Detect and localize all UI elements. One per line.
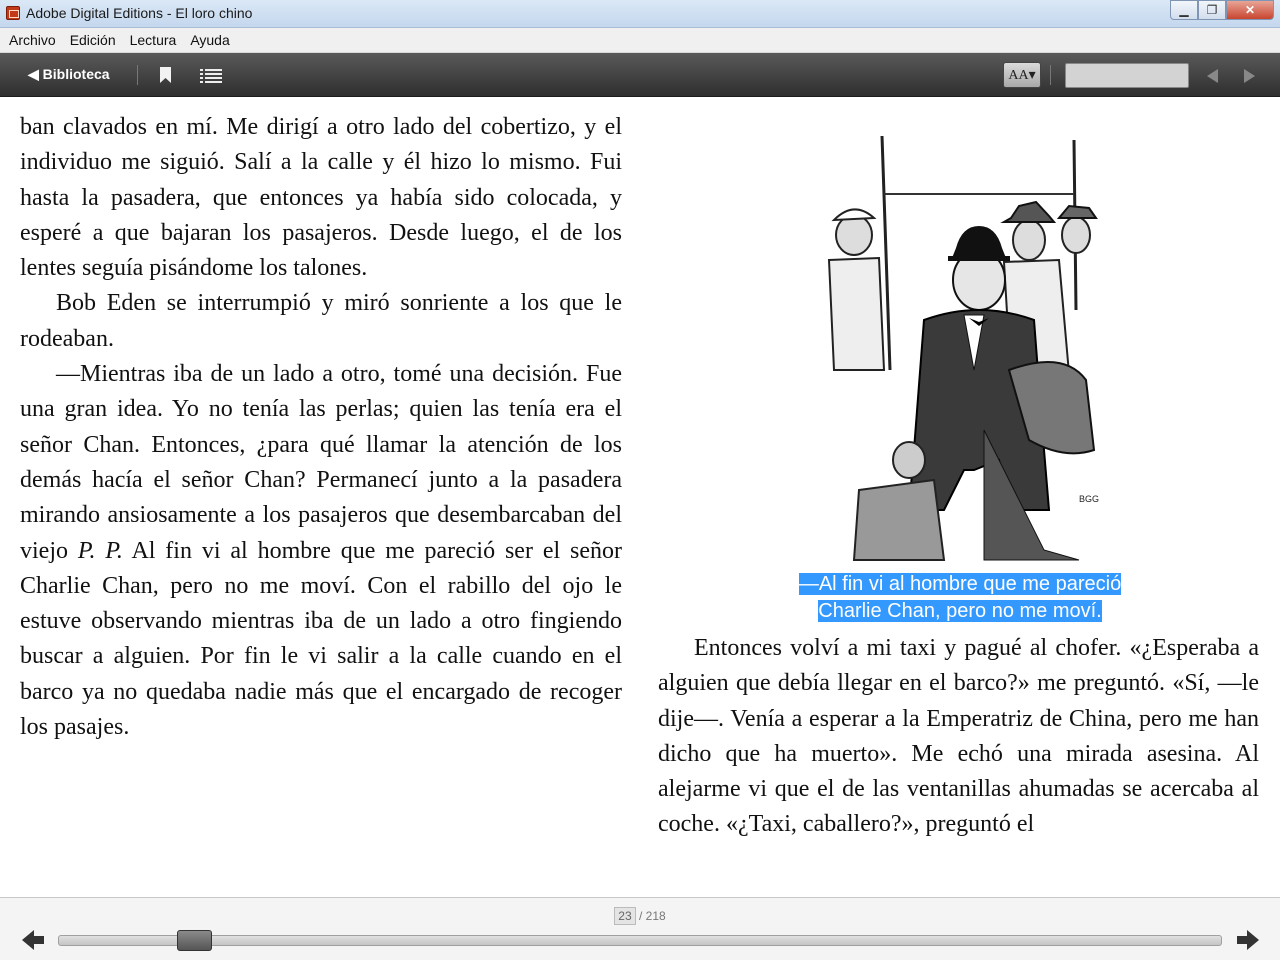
menu-ayuda[interactable]: Ayuda	[183, 32, 236, 48]
bookmark-icon[interactable]	[160, 67, 171, 83]
paragraph: Entonces volví a mi taxi y pagué al chof…	[658, 635, 1259, 838]
italic-ship-name: P. P.	[77, 537, 123, 564]
page-counter: 23 / 218	[0, 907, 1280, 925]
minimize-button[interactable]: ▁	[1170, 0, 1198, 20]
window-controls: ▁ ❐ ✕	[1170, 0, 1274, 22]
close-button[interactable]: ✕	[1226, 0, 1274, 20]
paragraph: —Mientras iba de un lado a otro, tomé un…	[20, 357, 622, 745]
library-button[interactable]: ◀ Biblioteca	[28, 66, 110, 83]
progress-slider-thumb[interactable]	[176, 930, 212, 951]
font-size-button[interactable]: AA▾	[1003, 62, 1041, 88]
reader-toolbar: ◀ Biblioteca AA▾	[0, 53, 1280, 97]
current-page-field[interactable]: 23	[614, 907, 636, 925]
paragraph: ban clavados en mí. Me dirigí a otro lad…	[20, 114, 622, 282]
left-page: ban clavados en mí. Me dirigí a otro lad…	[20, 110, 622, 745]
maximize-button[interactable]: ❐	[1198, 0, 1226, 20]
prev-page-arrow-icon[interactable]	[22, 930, 44, 950]
menu-bar: Archivo Edición Lectura Ayuda	[0, 28, 1280, 53]
book-illustration: BGG	[824, 130, 1100, 568]
app-icon	[6, 6, 20, 20]
caption-line: Charlie Chan, pero no me moví.	[818, 600, 1102, 622]
text-run: Al fin vi al hombre que me pareció ser e…	[20, 537, 623, 741]
toc-icon[interactable]	[200, 69, 222, 83]
next-page-arrow-icon[interactable]	[1237, 930, 1259, 950]
menu-archivo[interactable]: Archivo	[2, 32, 63, 48]
title-bar: Adobe Digital Editions - El loro chino ▁…	[0, 0, 1280, 28]
illustration-caption[interactable]: —Al fin vi al hombre que me pareció Char…	[760, 571, 1160, 625]
total-pages: / 218	[639, 909, 666, 923]
pagination-bar: 23 / 218	[0, 897, 1280, 960]
svg-text:BGG: BGG	[1079, 494, 1099, 504]
window-title: Adobe Digital Editions - El loro chino	[26, 5, 253, 21]
caption-line: —Al fin vi al hombre que me pareció	[798, 573, 1122, 595]
paragraph: Bob Eden se interrumpió y miró sonriente…	[20, 290, 622, 352]
menu-lectura[interactable]: Lectura	[123, 32, 184, 48]
progress-slider[interactable]	[58, 935, 1222, 946]
toolbar-divider	[1050, 65, 1051, 85]
text-run: —Mientras iba de un lado a otro, tomé un…	[20, 361, 622, 564]
right-page: Entonces volví a mi taxi y pagué al chof…	[658, 631, 1259, 876]
search-input[interactable]	[1065, 63, 1189, 88]
prev-page-icon[interactable]	[1207, 69, 1218, 83]
menu-edicion[interactable]: Edición	[63, 32, 123, 48]
toolbar-divider	[137, 65, 138, 85]
next-page-icon[interactable]	[1244, 69, 1255, 83]
